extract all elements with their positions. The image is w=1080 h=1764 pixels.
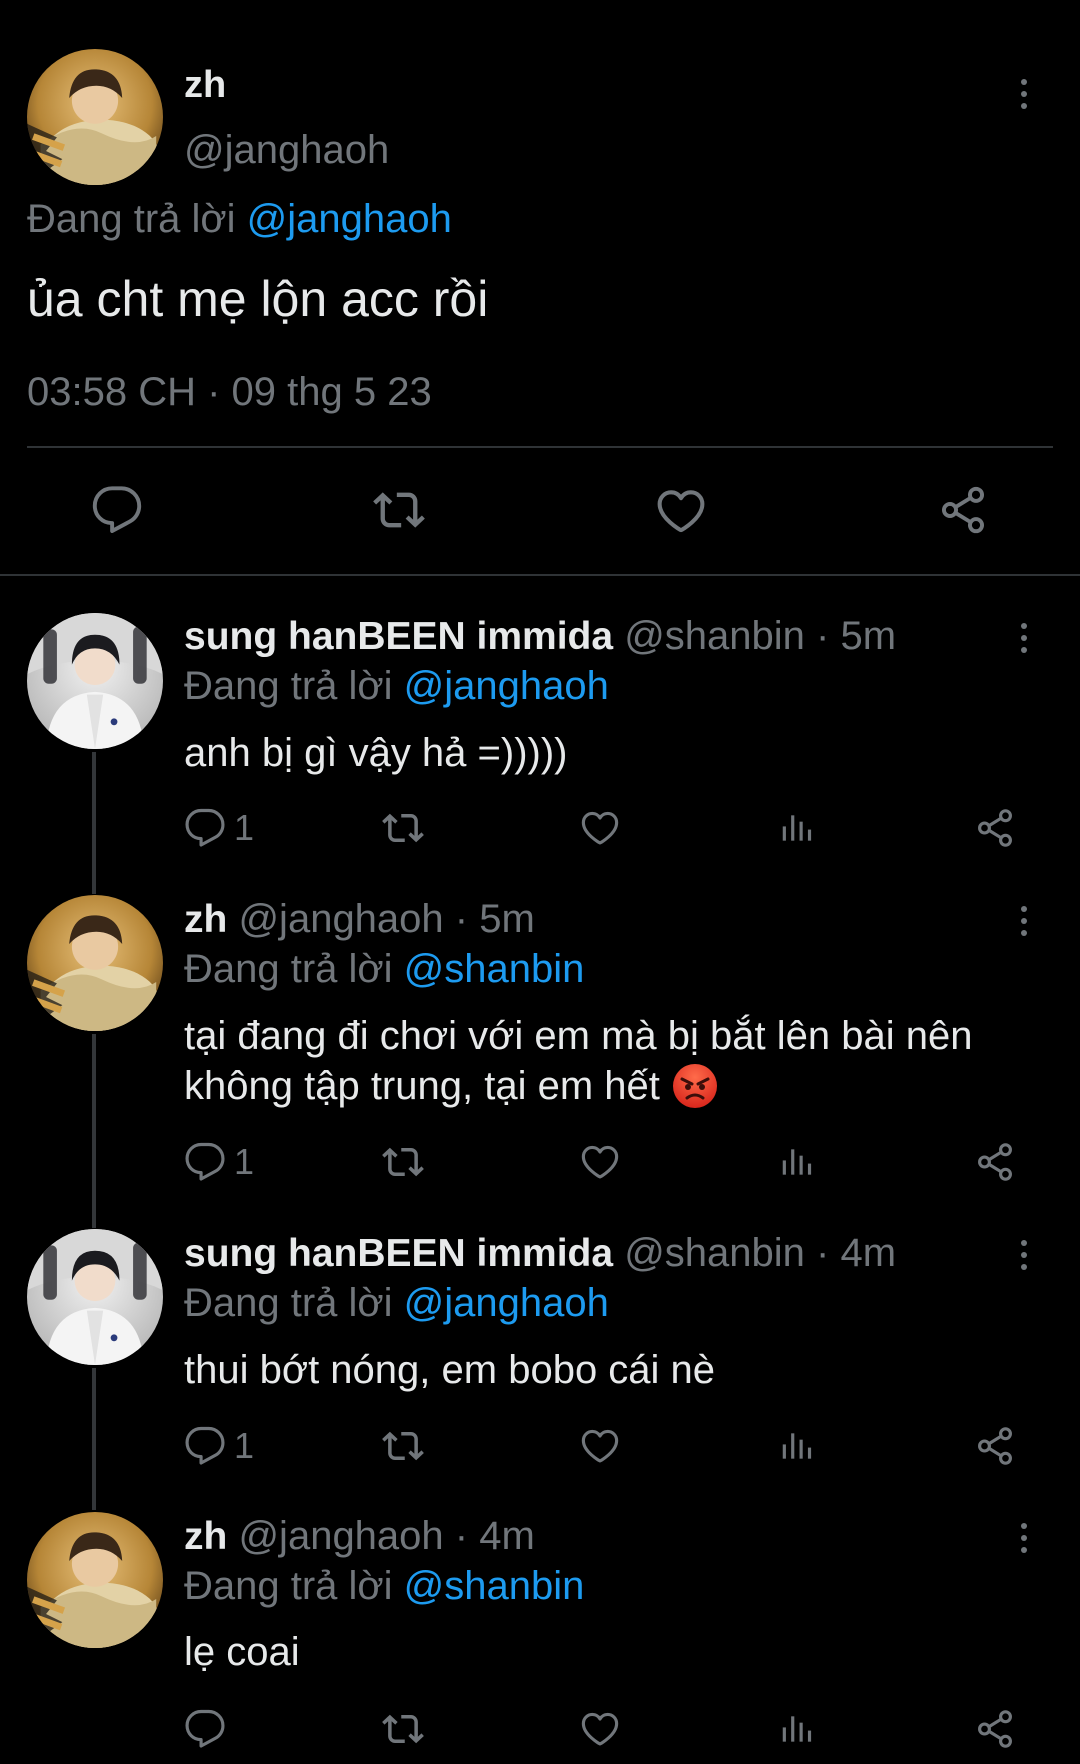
- retweet-icon[interactable]: [380, 807, 426, 849]
- reply-icon: [184, 1141, 226, 1183]
- like-icon[interactable]: [579, 1141, 621, 1183]
- reply-header: zh @janghaoh · 4m: [184, 1514, 535, 1559]
- share-icon[interactable]: [974, 807, 1016, 849]
- retweet-icon[interactable]: [371, 484, 427, 536]
- reply-text: thui bớt nóng, em bobo cái nè: [184, 1348, 716, 1392]
- avatar-image: [27, 49, 163, 185]
- reply-icon: [184, 1708, 226, 1750]
- reply-button[interactable]: 1: [184, 1141, 254, 1183]
- replying-prefix: Đang trả lời: [184, 664, 393, 708]
- author-handle[interactable]: @janghaoh: [184, 128, 389, 173]
- reply-header: zh @janghaoh · 5m: [184, 897, 535, 942]
- views-icon[interactable]: [778, 807, 816, 849]
- avatar-image: [27, 1512, 163, 1648]
- reply-button[interactable]: [184, 1708, 234, 1750]
- reply-icon: [184, 1425, 226, 1467]
- share-icon[interactable]: [937, 484, 989, 536]
- divider: [27, 446, 1053, 448]
- author-name[interactable]: zh: [184, 64, 226, 107]
- views-icon[interactable]: [778, 1708, 816, 1750]
- avatar[interactable]: [27, 613, 163, 749]
- author-handle-time[interactable]: @janghaoh · 4m: [238, 1514, 534, 1558]
- replying-to: Đang trả lời @janghaoh: [184, 1281, 609, 1326]
- reply-icon: [184, 807, 226, 849]
- like-icon[interactable]: [579, 1708, 621, 1750]
- like-icon[interactable]: [579, 807, 621, 849]
- like-icon[interactable]: [654, 484, 708, 538]
- replying-to-link[interactable]: @shanbin: [404, 947, 585, 991]
- replying-to: Đang trả lời @janghaoh: [27, 197, 452, 242]
- thread-line: [92, 752, 96, 894]
- author-name[interactable]: sung hanBEEN immida: [184, 1232, 613, 1275]
- replying-to: Đang trả lời @shanbin: [184, 1564, 584, 1609]
- views-icon[interactable]: [778, 1425, 816, 1467]
- avatar[interactable]: [27, 1229, 163, 1365]
- reply-text-line: không tập trung, tại em hết: [184, 1063, 972, 1109]
- replying-to-link[interactable]: @janghaoh: [404, 664, 609, 708]
- replying-to-link[interactable]: @janghaoh: [247, 197, 452, 241]
- more-icon[interactable]: [1004, 74, 1044, 114]
- reply-header: sung hanBEEN immida @shanbin · 5m: [184, 614, 896, 659]
- more-icon[interactable]: [1004, 1518, 1044, 1558]
- thread-line: [92, 1368, 96, 1510]
- tweet-timestamp[interactable]: 03:58 CH · 09 thg 5 23: [27, 370, 432, 415]
- reply-text: lẹ coai: [184, 1630, 300, 1674]
- more-icon[interactable]: [1004, 901, 1044, 941]
- author-name[interactable]: sung hanBEEN immida: [184, 615, 613, 658]
- reply-count: 1: [234, 1141, 255, 1182]
- avatar-image: [27, 1229, 163, 1365]
- author-name[interactable]: zh: [184, 898, 227, 941]
- retweet-icon[interactable]: [380, 1425, 426, 1467]
- replying-prefix: Đang trả lời: [184, 947, 393, 991]
- more-icon[interactable]: [1004, 1235, 1044, 1275]
- reply-text: anh bị gì vậy hả =))))): [184, 731, 568, 775]
- replying-prefix: Đang trả lời: [184, 1281, 393, 1325]
- reply-header: sung hanBEEN immida @shanbin · 4m: [184, 1231, 896, 1276]
- reply-icon[interactable]: [91, 484, 143, 536]
- reply-button[interactable]: 1: [184, 807, 254, 849]
- author-handle-time[interactable]: @shanbin · 4m: [624, 1231, 896, 1275]
- avatar-image: [27, 613, 163, 749]
- replying-to-link[interactable]: @janghaoh: [404, 1281, 609, 1325]
- views-icon[interactable]: [778, 1141, 816, 1183]
- reply-count: 1: [234, 1425, 255, 1466]
- share-icon[interactable]: [974, 1425, 1016, 1467]
- avatar[interactable]: [27, 895, 163, 1031]
- avatar-image: [27, 895, 163, 1031]
- author-handle-time[interactable]: @janghaoh · 5m: [238, 897, 534, 941]
- like-icon[interactable]: [579, 1425, 621, 1467]
- author-handle-time[interactable]: @shanbin · 5m: [624, 614, 896, 658]
- reply-text-line2: không tập trung, tại em hết: [184, 1063, 660, 1108]
- retweet-icon[interactable]: [380, 1708, 426, 1750]
- reply-count: 1: [234, 807, 255, 848]
- reply-button[interactable]: 1: [184, 1425, 254, 1467]
- more-icon[interactable]: [1004, 618, 1044, 658]
- tweet-text: ủa cht mẹ lộn acc rồi: [27, 271, 489, 327]
- share-icon[interactable]: [974, 1708, 1016, 1750]
- thread-line: [92, 1034, 96, 1228]
- section-divider: [0, 574, 1080, 576]
- reply-text: tại đang đi chơi với em mà bị bắt lên bà…: [184, 1014, 972, 1109]
- angry-face-emoji-icon: [672, 1063, 718, 1109]
- author-name[interactable]: zh: [184, 1515, 227, 1558]
- reply-text-line: tại đang đi chơi với em mà bị bắt lên bà…: [184, 1014, 973, 1058]
- retweet-icon[interactable]: [380, 1141, 426, 1183]
- replying-to-link[interactable]: @shanbin: [404, 1564, 585, 1608]
- replying-to: Đang trả lời @janghaoh: [184, 664, 609, 709]
- replying-prefix: Đang trả lời: [27, 197, 236, 241]
- share-icon[interactable]: [974, 1141, 1016, 1183]
- avatar[interactable]: [27, 1512, 163, 1648]
- replying-prefix: Đang trả lời: [184, 1564, 393, 1608]
- avatar[interactable]: [27, 49, 163, 185]
- replying-to: Đang trả lời @shanbin: [184, 947, 584, 992]
